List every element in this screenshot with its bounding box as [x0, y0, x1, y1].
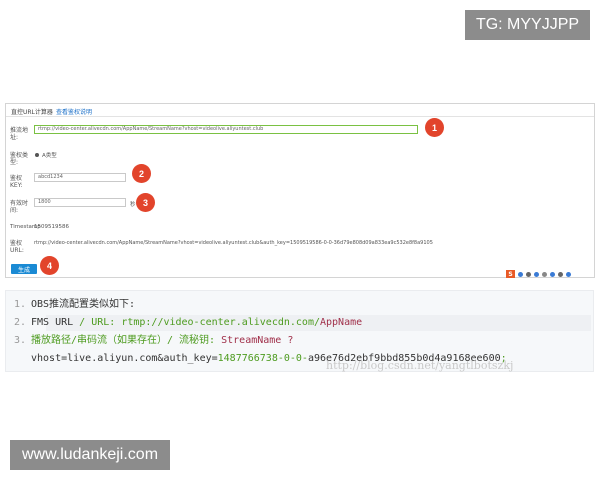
valid-time-unit: 秒 — [130, 202, 136, 208]
auth-url-value: rtmp://video-center.alivecdn.com/AppName… — [34, 240, 433, 246]
push-address-input[interactable]: rtmp://video-center.alivecdn.com/AppName… — [34, 125, 418, 134]
code-line: 2. FMS URL / URL: rtmp://video-center.ali… — [14, 315, 362, 331]
auth-url-calculator-screenshot: 直控URL计算器 查看鉴权说明 推流地址: rtmp://video-cente… — [5, 103, 595, 278]
code-token: 播放路径/串码流（如果存在）/ 流秘钥: — [31, 335, 222, 346]
code-token: AppName — [320, 317, 363, 328]
calculator-header: 直控URL计算器 查看鉴权说明 — [6, 104, 594, 117]
watermark-top: TG: MYYJJPP — [465, 10, 590, 40]
tray-icon — [542, 271, 547, 277]
sogou-icon: S — [506, 270, 515, 278]
step-badge-4: 4 — [40, 256, 59, 275]
generate-button[interactable]: 生成 — [11, 264, 37, 274]
line-number: 3. — [14, 335, 27, 346]
auth-url-label: 鉴权URL: — [10, 240, 24, 254]
tray-icon — [534, 271, 539, 277]
step-badge-1: 1 — [425, 118, 444, 137]
auth-type-label: 鉴权类型: — [10, 152, 29, 166]
auth-key-label: 鉴权KEY: — [10, 175, 23, 189]
code-token: / URL: rtmp://video-center.alivecdn.com/ — [79, 317, 320, 328]
step-badge-2: 2 — [132, 164, 151, 183]
valid-time-label: 有效时间: — [10, 200, 29, 214]
code-token: StreamName ? — [221, 335, 294, 346]
code-token: FMS URL — [31, 317, 80, 328]
code-token: vhost=live.aliyun.com&auth_key= — [31, 353, 218, 364]
code-line: 1. OBS推流配置类似如下: — [14, 297, 135, 313]
line-number: 2. — [14, 317, 27, 328]
code-token: OBS推流配置类似如下: — [31, 299, 136, 310]
valid-time-input[interactable]: 1800 — [34, 198, 126, 207]
calculator-title: 直控URL计算器 — [11, 109, 53, 116]
auth-type-radio[interactable] — [35, 153, 39, 157]
faint-watermark: http://blog.csdn.net/yangtlbotszkj — [326, 359, 514, 372]
system-tray: S — [506, 270, 571, 278]
timestamp-value: 1509519586 — [34, 224, 69, 230]
step-badge-3: 3 — [136, 193, 155, 212]
auth-key-input[interactable]: abcd1234 — [34, 173, 126, 182]
code-line: 3. 播放路径/串码流（如果存在）/ 流秘钥: StreamName ? — [14, 333, 293, 349]
tray-icon — [558, 271, 563, 277]
auth-help-link[interactable]: 查看鉴权说明 — [56, 107, 92, 116]
tray-icon — [518, 271, 523, 277]
tray-icon — [566, 271, 571, 277]
line-number: 1. — [14, 299, 27, 310]
auth-type-value: A类型 — [42, 153, 57, 159]
code-block: 1. OBS推流配置类似如下: 2. FMS URL / URL: rtmp://v… — [5, 290, 594, 372]
code-token: 1487766738-0-0- — [217, 353, 308, 364]
watermark-bottom: www.ludankeji.com — [10, 440, 170, 470]
tray-icon — [526, 271, 531, 277]
push-address-label: 推流地址: — [10, 127, 29, 141]
tray-icon — [550, 271, 555, 277]
